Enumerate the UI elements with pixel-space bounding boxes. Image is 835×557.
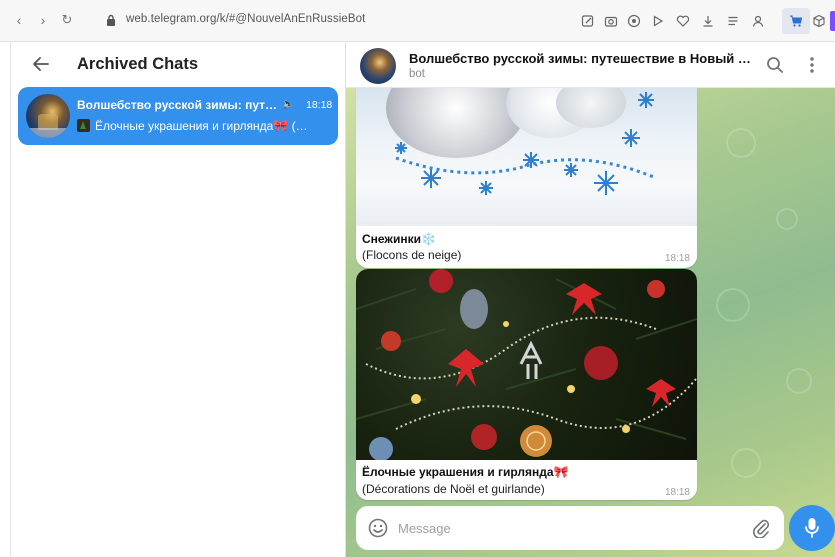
message-composer bbox=[356, 506, 784, 550]
chat-preview: Ёлочные украшения и гирлянда🎀 (… bbox=[95, 119, 308, 133]
heart-icon[interactable] bbox=[676, 14, 690, 28]
profile-icon[interactable] bbox=[751, 14, 765, 28]
message-photo[interactable] bbox=[356, 88, 697, 226]
message-bubble[interactable]: Ёлочные украшения и гирлянда🎀 (Décoratio… bbox=[356, 269, 697, 500]
more-menu-icon[interactable] bbox=[809, 56, 815, 74]
download-icon[interactable] bbox=[701, 14, 715, 28]
snowflakes-graphic bbox=[395, 92, 657, 195]
address-bar[interactable]: web.telegram.org/k/#@NouvelAnEnRussieBot bbox=[126, 13, 365, 25]
message-subtitle: (Décorations de Noël et guirlande) bbox=[362, 482, 545, 496]
chat-avatar bbox=[26, 94, 70, 138]
search-icon[interactable] bbox=[766, 56, 784, 74]
chat-time: 18:18 bbox=[306, 99, 333, 111]
muted-icon: 🔈 bbox=[282, 99, 295, 110]
extension-edge bbox=[830, 11, 835, 31]
chat-title: Волшебство русской зимы: пут… bbox=[77, 98, 278, 112]
message-bubble[interactable]: Снежинки❄️ (Flocons de neige) 18:18 bbox=[356, 88, 697, 268]
microphone-icon bbox=[805, 518, 819, 538]
message-input[interactable] bbox=[398, 517, 738, 539]
shield-icon[interactable] bbox=[627, 14, 641, 28]
message-time: 18:18 bbox=[664, 487, 690, 498]
chat-list-item[interactable]: Волшебство русской зимы: пут… 🔈 18:18 Ёл… bbox=[18, 87, 338, 145]
message-title: Снежинки❄️ bbox=[362, 232, 436, 246]
lock-icon bbox=[107, 14, 115, 26]
cube-icon[interactable] bbox=[812, 14, 826, 28]
message-title: Ёлочные украшения и гирлянда🎀 bbox=[362, 465, 569, 479]
message-subtitle: (Flocons de neige) bbox=[362, 248, 462, 262]
edit-icon[interactable] bbox=[581, 14, 595, 28]
voice-record-button[interactable] bbox=[789, 505, 835, 551]
cart-button[interactable] bbox=[782, 8, 810, 34]
emoji-icon[interactable] bbox=[368, 518, 388, 538]
browser-toolbar: ‹ › ↻ web.telegram.org/k/#@NouvelAnEnRus… bbox=[0, 0, 835, 42]
cart-icon bbox=[790, 15, 803, 27]
bot-avatar[interactable] bbox=[360, 48, 396, 84]
chat-header: Волшебство русской зимы: путешествие в Н… bbox=[346, 42, 835, 88]
message-photo[interactable] bbox=[356, 269, 697, 460]
reload-icon[interactable]: ↻ bbox=[58, 12, 76, 28]
forward-icon[interactable]: › bbox=[34, 12, 52, 28]
message-time: 18:18 bbox=[664, 253, 690, 264]
tree-emoji-icon bbox=[77, 119, 90, 132]
panel-divider bbox=[10, 42, 11, 557]
panel-title: Archived Chats bbox=[77, 55, 199, 73]
camera-icon[interactable] bbox=[604, 14, 618, 28]
ornaments-graphic bbox=[356, 269, 697, 460]
list-icon[interactable] bbox=[726, 14, 740, 28]
play-icon[interactable] bbox=[651, 14, 665, 28]
chat-header-title[interactable]: Волшебство русской зимы: путешествие в Н… bbox=[409, 51, 751, 66]
chat-header-status: bot bbox=[409, 68, 425, 80]
attach-icon[interactable] bbox=[752, 518, 770, 538]
back-icon[interactable]: ‹ bbox=[10, 12, 28, 28]
back-arrow-icon[interactable] bbox=[32, 56, 50, 72]
